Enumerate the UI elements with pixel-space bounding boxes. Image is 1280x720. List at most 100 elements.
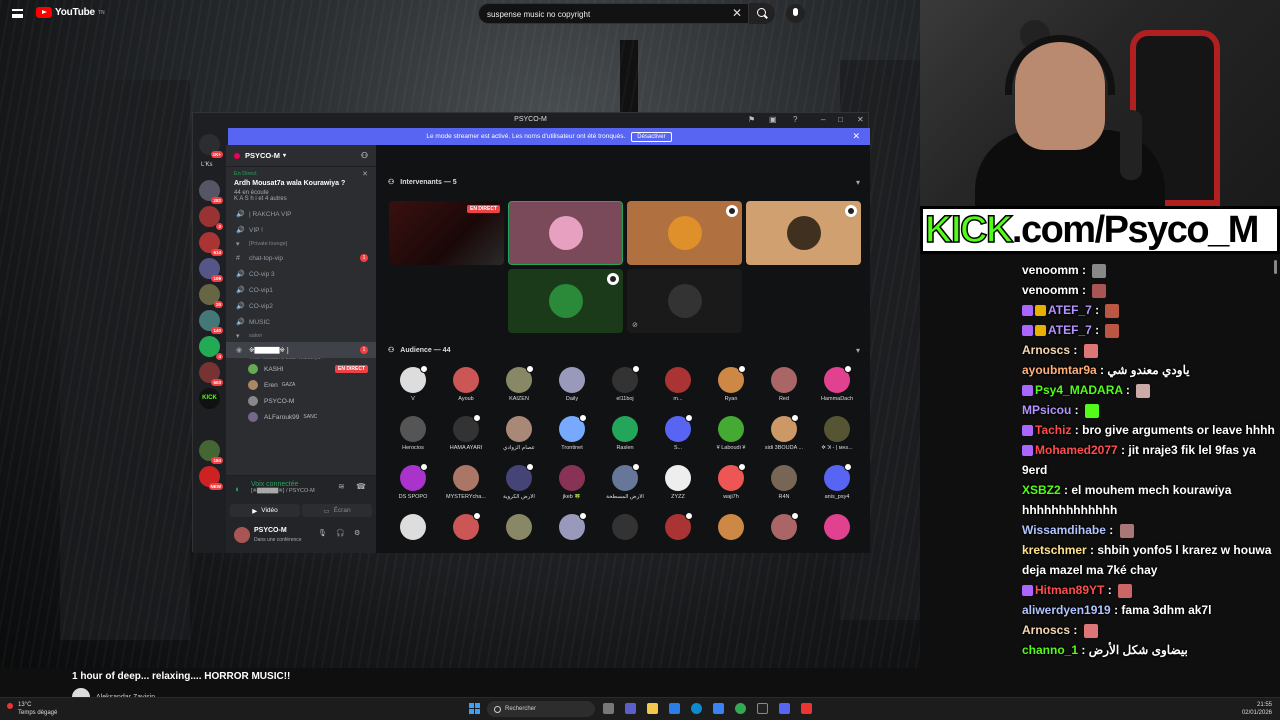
chat-username[interactable]: ATEF_7 <box>1048 323 1092 337</box>
file-explorer-icon[interactable] <box>647 703 658 714</box>
channel-category[interactable]: ▾ salon <box>226 330 376 342</box>
server-icon[interactable]: NEW <box>199 466 223 490</box>
video-title[interactable]: 1 hour of deep... relaxing.... HORROR MU… <box>72 671 290 682</box>
task-view-icon[interactable] <box>603 703 614 714</box>
audience-member[interactable]: Red <box>759 367 809 402</box>
audience-member[interactable]: waji7h <box>706 463 756 500</box>
speaker-tile-live[interactable]: EN DIRECT <box>389 201 504 265</box>
server-header[interactable]: PSYCO-M ▾ ⚇ <box>226 145 376 167</box>
chat-username[interactable]: kretschmer <box>1022 543 1087 557</box>
chat-username[interactable]: Psy4_MADARA <box>1035 383 1123 397</box>
disable-streamer-mode-button[interactable]: Désactiver <box>631 131 672 142</box>
chat-username[interactable]: ATEF_7 <box>1048 303 1092 317</box>
server-icon[interactable]: 603 <box>199 362 223 386</box>
terminal-icon[interactable] <box>757 703 768 714</box>
speaker-tile[interactable] <box>508 269 623 333</box>
audience-member[interactable]: Ayoub <box>441 367 491 402</box>
obs-icon[interactable] <box>801 703 812 714</box>
chevron-down-icon[interactable]: ▾ <box>856 346 860 355</box>
voice-user[interactable]: KASHI EN DIRECT <box>226 361 376 377</box>
speaker-tile[interactable]: ⊘ <box>627 269 742 333</box>
system-clock[interactable]: 21:55 02/01/2026 <box>1242 701 1272 717</box>
chat-username[interactable]: Mohamed2077 <box>1035 443 1118 457</box>
channel-item[interactable]: # chat-top-vip 1 <box>226 250 376 266</box>
server-icon[interactable]: 3 <box>199 206 223 230</box>
chat-username[interactable]: ayoubmtar9a <box>1022 363 1097 377</box>
store-icon[interactable] <box>669 703 680 714</box>
server-icon[interactable]: 4 <box>199 336 223 360</box>
server-icon[interactable]: 184 <box>199 440 223 464</box>
audience-member[interactable]: DS SPOPO <box>388 463 438 500</box>
audience-member[interactable] <box>600 514 650 543</box>
chat-username[interactable]: venoomm <box>1022 263 1079 277</box>
avatar[interactable] <box>234 527 250 543</box>
active-voice-channel[interactable]: ◉ ※▇▇▇▇▇※ ] 1 <box>226 342 376 358</box>
screen-share-button[interactable]: ▭ Écran <box>302 504 372 517</box>
audience-member[interactable]: Raslen <box>600 416 650 451</box>
mail-icon[interactable] <box>713 703 724 714</box>
audience-member[interactable]: Trontinet <box>547 414 597 451</box>
audience-member[interactable]: الأرض الكروية <box>494 463 544 500</box>
speaker-tile[interactable] <box>627 201 742 265</box>
audience-member[interactable]: ¥ Laboudi ¥ <box>706 416 756 451</box>
weather-widget[interactable]: 13°C Temps dégagé <box>7 701 57 717</box>
audience-member[interactable]: jkeb 🍀 <box>547 465 597 500</box>
audience-member[interactable]: الأرض المسطحة <box>600 463 650 500</box>
chat-username[interactable]: Hitman89YT <box>1035 583 1104 597</box>
audience-member[interactable]: S... <box>653 414 703 451</box>
teams-icon[interactable] <box>625 703 636 714</box>
channel-item[interactable]: 🔊 VIP ! <box>226 222 376 238</box>
speakers-header[interactable]: ⚇ Intervenants — 5 <box>388 178 457 187</box>
chevron-down-icon[interactable]: ▾ <box>856 178 860 187</box>
audience-member[interactable]: Daily <box>547 367 597 402</box>
channel-item[interactable]: 🔊 CO-vip 3 <box>226 266 376 282</box>
menu-icon[interactable] <box>12 9 23 18</box>
audience-member[interactable]: عصام الزوادي <box>494 416 544 451</box>
channel-item[interactable]: 🔊 CO-vip1 <box>226 282 376 298</box>
mic-icon[interactable]: 🎙 <box>318 529 327 537</box>
audience-member[interactable]: Herocios <box>388 416 438 451</box>
server-icon[interactable]: 614 <box>199 232 223 256</box>
audience-member[interactable]: V <box>388 365 438 402</box>
server-icon[interactable]: 109 <box>199 258 223 282</box>
start-button[interactable] <box>469 703 480 714</box>
kick-server-icon[interactable]: KICK <box>199 388 220 409</box>
audience-member[interactable]: ZYZZ <box>653 465 703 500</box>
voice-user[interactable]: ALFarouk99 SANC <box>226 409 376 425</box>
taskbar-search[interactable]: Rechercher <box>487 701 595 717</box>
audience-member[interactable]: sidi 3BOUDA ... <box>759 414 809 451</box>
close-banner-icon[interactable]: ✕ <box>852 131 860 142</box>
voice-user[interactable]: PSYCO-M <box>226 393 376 409</box>
audience-member[interactable]: ✲ ꓘ - | ᴍᴀs... <box>812 416 862 451</box>
chat-username[interactable]: Wissamdihabe <box>1022 523 1106 537</box>
headset-icon[interactable]: 🎧 <box>336 529 345 537</box>
server-icon[interactable]: 282 <box>199 180 223 204</box>
close-icon[interactable]: ✕ <box>857 113 864 127</box>
speaker-tile[interactable] <box>508 201 623 265</box>
discord-home-icon[interactable]: 1K+ <box>199 134 223 158</box>
voice-search-button[interactable] <box>786 4 805 23</box>
help-icon[interactable]: ? <box>793 113 797 127</box>
audience-member[interactable] <box>547 512 597 543</box>
chat-username[interactable]: XSBZ2 <box>1022 483 1061 497</box>
channel-category[interactable]: ▾ [Private lounge] <box>226 238 376 250</box>
signal-icon[interactable]: ◖ <box>234 484 239 494</box>
minimize-icon[interactable]: – <box>821 113 825 127</box>
audience-member[interactable]: Ryan <box>706 365 756 402</box>
chrome-icon[interactable] <box>735 703 746 714</box>
add-member-icon[interactable]: ⚇ <box>361 151 368 160</box>
audience-member[interactable]: KAIZEN <box>494 365 544 402</box>
inbox-icon[interactable]: ⚑ <box>748 113 755 127</box>
youtube-logo[interactable]: YouTube TN <box>36 7 105 18</box>
audience-member[interactable] <box>706 514 756 543</box>
chat-scrollbar[interactable] <box>1274 260 1277 274</box>
chat-username[interactable]: aliwerdyen1919 <box>1022 603 1111 617</box>
search-input[interactable]: suspense music no copyright <box>478 3 749 24</box>
voice-user[interactable]: Eren GAZA <box>226 377 376 393</box>
chat-username[interactable]: Arnoscs <box>1022 623 1070 637</box>
discord-icon[interactable] <box>779 703 790 714</box>
server-icon[interactable]: 140 <box>199 310 223 334</box>
audience-member[interactable]: HAMA AYARI <box>441 414 491 451</box>
maximize-icon[interactable]: □ <box>838 113 843 127</box>
edge-icon[interactable] <box>691 703 702 714</box>
